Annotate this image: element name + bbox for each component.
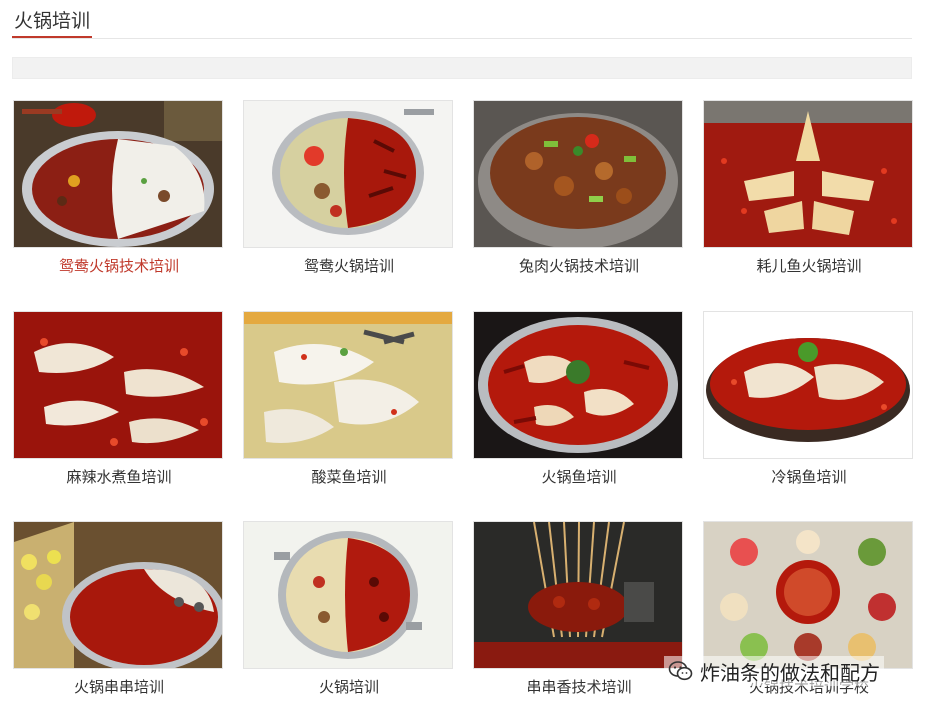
product-link[interactable]: 麻辣水煮鱼培训 <box>13 466 225 487</box>
page-header: 火锅培训 <box>12 0 912 39</box>
product-image[interactable] <box>243 521 453 669</box>
spicy-boiled-fish-photo <box>14 312 222 458</box>
product-image[interactable] <box>243 100 453 248</box>
product-card[interactable]: 火锅培训 <box>243 521 455 706</box>
hotpot-photo <box>244 522 452 668</box>
product-card[interactable]: 鸳鸯火锅技术培训 <box>13 100 225 285</box>
product-card[interactable]: 鸳鸯火锅培训 <box>243 100 455 285</box>
chuanchuan-skewers-photo <box>474 522 682 668</box>
product-image[interactable] <box>243 311 453 459</box>
product-link[interactable]: 耗儿鱼火锅培训 <box>703 255 915 276</box>
watermark-text: 炸油条的做法和配方 <box>700 660 880 685</box>
fish-hotpot-photo <box>474 312 682 458</box>
product-link[interactable]: 兔肉火锅技术培训 <box>473 255 685 276</box>
product-link[interactable]: 鸳鸯火锅培训 <box>243 255 455 276</box>
pickled-cabbage-fish-photo <box>244 312 452 458</box>
product-link[interactable]: 火锅串串培训 <box>13 676 225 697</box>
hotpot-school-photo <box>704 522 912 668</box>
product-image[interactable] <box>703 311 913 459</box>
wechat-watermark: 炸油条的做法和配方 <box>664 656 884 686</box>
product-image[interactable] <box>703 100 913 248</box>
rabbit-hotpot-photo <box>474 101 682 247</box>
product-link[interactable]: 鸳鸯火锅技术培训 <box>13 255 225 276</box>
product-card[interactable]: 火锅串串培训 <box>13 521 225 706</box>
product-image[interactable] <box>473 100 683 248</box>
product-card[interactable]: 酸菜鱼培训 <box>243 311 455 496</box>
wechat-icon <box>668 661 693 681</box>
product-link[interactable]: 酸菜鱼培训 <box>243 466 455 487</box>
yuanyang-hotpot-photo <box>14 101 222 247</box>
product-card[interactable]: 火锅鱼培训 <box>473 311 685 496</box>
product-card[interactable]: 耗儿鱼火锅培训 <box>703 100 915 285</box>
page-title: 火锅培训 <box>14 10 91 32</box>
product-image[interactable] <box>13 100 223 248</box>
product-image[interactable] <box>473 521 683 669</box>
product-card[interactable]: 兔肉火锅技术培训 <box>473 100 685 285</box>
product-image[interactable] <box>703 521 913 669</box>
product-card[interactable]: 串串香技术培训 <box>473 521 685 706</box>
product-image[interactable] <box>473 311 683 459</box>
yuanyang-pot-photo <box>244 101 452 247</box>
product-link[interactable]: 冷锅鱼培训 <box>703 466 915 487</box>
cold-pot-fish-photo <box>704 312 912 458</box>
haoer-fish-hotpot-photo <box>704 101 912 247</box>
product-link[interactable]: 火锅培训 <box>243 676 455 697</box>
product-link[interactable]: 串串香技术培训 <box>473 676 685 697</box>
title-underline <box>12 36 92 38</box>
product-image[interactable] <box>13 521 223 669</box>
product-card[interactable]: 冷锅鱼培训 <box>703 311 915 496</box>
chuanchuan-hotpot-photo <box>14 522 222 668</box>
product-card[interactable]: 麻辣水煮鱼培训 <box>13 311 225 496</box>
product-link[interactable]: 火锅鱼培训 <box>473 466 685 487</box>
product-image[interactable] <box>13 311 223 459</box>
filter-bar <box>12 57 912 79</box>
